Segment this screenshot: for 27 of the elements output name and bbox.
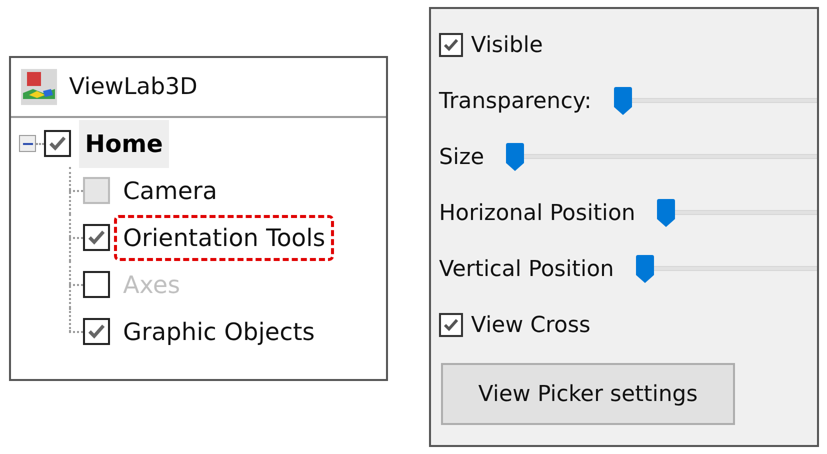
slider-thumb[interactable] (636, 255, 654, 283)
slider-label: Horizonal Position (439, 200, 636, 228)
slider-thumb[interactable] (506, 143, 524, 171)
checkbox[interactable] (439, 33, 463, 57)
checkbox-label: View Cross (471, 312, 591, 340)
app-title: ViewLab3D (69, 72, 198, 102)
checkbox[interactable] (83, 224, 110, 251)
slider[interactable] (657, 199, 817, 227)
checkbox[interactable] (44, 130, 71, 157)
tree-item[interactable]: Graphic Objects (114, 308, 324, 354)
slider-thumb[interactable] (614, 87, 632, 115)
checkbox[interactable] (83, 318, 110, 345)
slider-label: Transparency: (439, 88, 592, 116)
slider[interactable] (614, 87, 817, 115)
checkbox-label: Visible (471, 32, 543, 60)
slider-label: Size (439, 144, 484, 172)
slider[interactable] (636, 255, 817, 283)
slider-label: Vertical Position (439, 256, 614, 284)
slider-thumb[interactable] (657, 199, 676, 227)
tree-item[interactable]: Orientation Tools (114, 214, 334, 260)
checkbox[interactable] (83, 271, 110, 298)
slider[interactable] (506, 143, 817, 171)
app-logo-icon (21, 69, 57, 105)
settings-button[interactable]: View Picker settings (441, 363, 735, 425)
tree-item[interactable]: Home (79, 120, 169, 168)
collapse-toggle-icon[interactable] (19, 135, 36, 152)
checkbox[interactable] (439, 313, 463, 337)
